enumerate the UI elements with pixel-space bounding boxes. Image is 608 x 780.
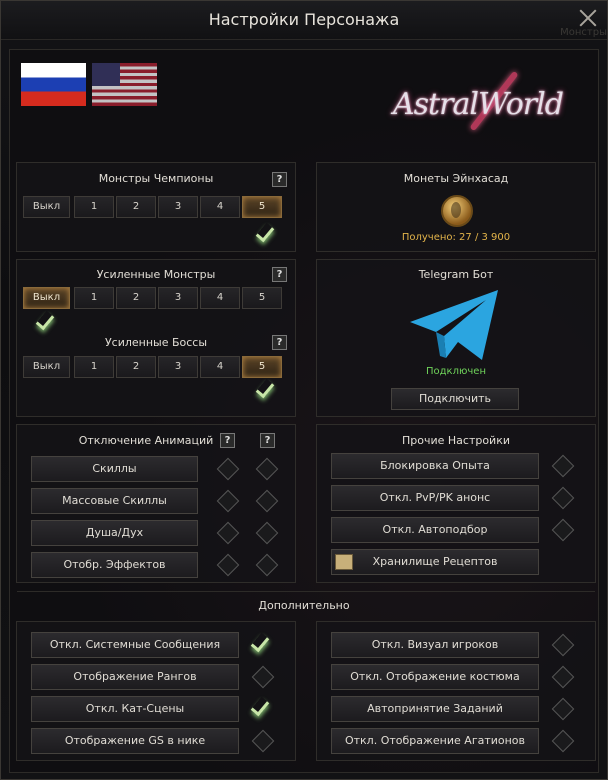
enhanced-monsters-level-1[interactable]: 1 [74, 287, 114, 309]
astralworld-logo: AstralWorld [381, 61, 586, 146]
enhanced-monsters-level-5[interactable]: 5 [242, 287, 282, 309]
additional-divider [17, 591, 595, 592]
enhanced-bosses-help-icon[interactable]: ? [272, 335, 287, 350]
telegram-status: Подключен [426, 366, 486, 377]
enhanced-monsters-level-4[interactable]: 4 [200, 287, 240, 309]
enhanced-bosses-check-icon [257, 379, 279, 401]
window-title: Настройки Персонажа [208, 10, 400, 29]
enhanced-bosses-level-2[interactable]: 2 [116, 356, 156, 378]
animation-button-0[interactable]: Скиллы [31, 456, 198, 482]
additional-title: Дополнительно [258, 599, 350, 612]
champion-monsters-level-1[interactable]: 1 [74, 196, 114, 218]
enhanced-monsters-level-3[interactable]: 3 [158, 287, 198, 309]
close-icon[interactable] [577, 7, 599, 29]
animation-button-2[interactable]: Душа/Дух [31, 520, 198, 546]
logo-text: AstralWorld [393, 87, 564, 122]
enhanced-bosses-level-0[interactable]: Выкл [23, 356, 70, 378]
enhanced-monsters-check-icon [37, 311, 59, 333]
additional-left-check-icon-2[interactable] [252, 697, 274, 719]
additional-right-button-3[interactable]: Откл. Отображение Агатионов [331, 728, 539, 754]
animation-button-1[interactable]: Массовые Скиллы [31, 488, 198, 514]
champion-monsters-level-2[interactable]: 2 [116, 196, 156, 218]
character-settings-window: Настройки Персонажа Монстры AstralWorld … [0, 0, 608, 780]
recipe-chest-icon [335, 554, 353, 570]
telegram-connect-button[interactable]: Подключить [391, 388, 519, 410]
enhanced-bosses-level-1[interactable]: 1 [74, 356, 114, 378]
other-setting-button-0[interactable]: Блокировка Опыта [331, 453, 539, 479]
animation-button-3[interactable]: Отобр. Эффектов [31, 552, 198, 578]
additional-left-check-icon-0[interactable] [252, 633, 274, 655]
background-ghost-text: Монстры [560, 27, 607, 38]
champion-monsters-level-5[interactable]: 5 [242, 196, 282, 218]
champion-monsters-title: Монстры Чемпионы [98, 172, 214, 185]
additional-right-button-1[interactable]: Откл. Отображение костюма [331, 664, 539, 690]
telegram-icon [410, 290, 498, 360]
champion-monsters-level-3[interactable]: 3 [158, 196, 198, 218]
additional-left-button-3[interactable]: Отображение GS в нике [31, 728, 239, 754]
title-bar: Настройки Персонажа Монстры [1, 1, 607, 40]
additional-left-button-1[interactable]: Отображение Рангов [31, 664, 239, 690]
flag-usa-icon[interactable] [92, 63, 157, 106]
champion-monsters-level-0[interactable]: Выкл [23, 196, 70, 218]
einhasad-coins-received: Получено: 27 / 3 900 [401, 232, 511, 243]
enhanced-bosses-title: Усиленные Боссы [104, 336, 208, 349]
animations-title: Отключение Анимаций [78, 434, 214, 447]
animations-help-icon-2[interactable]: ? [260, 433, 275, 448]
other-settings-title: Прочие Настройки [401, 434, 511, 447]
champion-monsters-help-icon[interactable]: ? [272, 172, 287, 187]
enhanced-monsters-level-2[interactable]: 2 [116, 287, 156, 309]
other-setting-button-2[interactable]: Откл. Автоподбор [331, 517, 539, 543]
telegram-title: Telegram Бот [418, 268, 494, 281]
champion-monsters-level-4[interactable]: 4 [200, 196, 240, 218]
other-setting-button-1[interactable]: Откл. PvP/PK анонс [331, 485, 539, 511]
additional-right-button-0[interactable]: Откл. Визуал игроков [331, 632, 539, 658]
einhasad-coin-icon [441, 195, 473, 227]
additional-right-button-2[interactable]: Автопринятие Заданий [331, 696, 539, 722]
additional-left-button-2[interactable]: Откл. Кат-Сцены [31, 696, 239, 722]
additional-left-button-0[interactable]: Откл. Системные Сообщения [31, 632, 239, 658]
enhanced-monsters-help-icon[interactable]: ? [272, 267, 287, 282]
animations-help-icon[interactable]: ? [220, 433, 235, 448]
enhanced-monsters-level-0[interactable]: Выкл [23, 287, 70, 309]
enhanced-panel: Усиленные Монстры ? Усиленные Боссы ? [16, 259, 296, 417]
enhanced-bosses-level-4[interactable]: 4 [200, 356, 240, 378]
enhanced-monsters-title: Усиленные Монстры [96, 268, 216, 281]
other-setting-button-3[interactable]: Хранилище Рецептов [331, 549, 539, 575]
einhasad-coins-title: Монеты Эйнхасад [403, 172, 509, 185]
enhanced-bosses-level-3[interactable]: 3 [158, 356, 198, 378]
enhanced-bosses-level-5[interactable]: 5 [242, 356, 282, 378]
flag-russia-icon[interactable] [21, 63, 86, 106]
champion-monsters-check-icon [257, 223, 279, 245]
